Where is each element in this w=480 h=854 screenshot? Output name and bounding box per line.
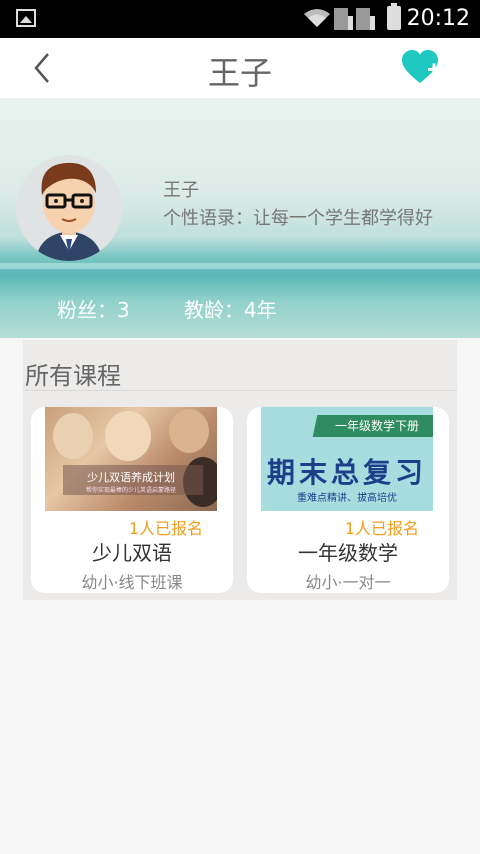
- status-time: 20:12: [406, 6, 470, 31]
- heart-plus-icon[interactable]: [402, 50, 442, 86]
- battery-icon: [387, 3, 401, 30]
- course-image: 少儿双语养成计划 帮你实现最棒的少儿英语启蒙路径: [45, 407, 217, 511]
- status-bar: 20:12: [0, 0, 480, 38]
- fans-count: 粉丝：3: [57, 298, 130, 322]
- enrolled-count: 1人已报名: [344, 519, 419, 538]
- course-card[interactable]: 少儿双语养成计划 帮你实现最棒的少儿英语启蒙路径 1人已报名 少儿双语 幼小·线…: [31, 407, 233, 593]
- gallery-icon: [16, 9, 36, 27]
- course-name: 少儿双语: [92, 541, 172, 565]
- image-title: 期末总复习: [266, 456, 427, 489]
- image-title: 少儿双语养成计划: [87, 471, 175, 484]
- image-subtitle: 重难点精讲、拔高培优: [297, 493, 397, 504]
- image-ribbon: 一年级数学下册: [334, 419, 419, 433]
- avatar: [16, 155, 122, 261]
- section-title: 所有课程: [25, 362, 121, 390]
- wifi-icon: [304, 9, 330, 27]
- title-bar: 王子: [0, 38, 480, 98]
- image-subtitle: 帮你实现最棒的少儿英语启蒙路径: [85, 487, 176, 494]
- course-type: 幼小·线下班课: [81, 573, 183, 592]
- teacher-name: 王子: [163, 180, 199, 201]
- signal-icon: [356, 8, 375, 30]
- course-type: 幼小·一对一: [305, 573, 391, 592]
- course-name: 一年级数学: [298, 541, 398, 565]
- course-image: 一年级数学下册 期末总复习 重难点精讲、拔高培优: [261, 407, 433, 511]
- courses-section: 所有课程 少儿双语养成计划 帮你实现最棒的少儿英语启蒙路径 1人已报名 少儿双语…: [23, 340, 457, 600]
- signal-icon: [334, 8, 353, 30]
- enrolled-count: 1人已报名: [128, 519, 203, 538]
- course-card[interactable]: 一年级数学下册 期末总复习 重难点精讲、拔高培优 1人已报名 一年级数学 幼小·…: [247, 407, 449, 593]
- teaching-years: 教龄：4年: [184, 298, 277, 322]
- teacher-motto: 个性语录：让每一个学生都学得好: [163, 208, 433, 229]
- divider: [23, 390, 457, 391]
